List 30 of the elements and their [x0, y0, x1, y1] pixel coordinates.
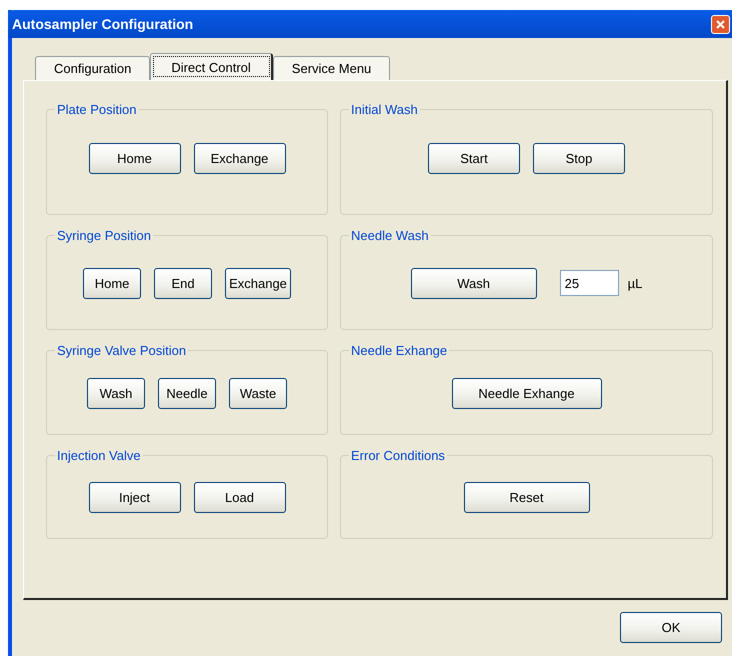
- group-title: Plate Position: [56, 102, 138, 117]
- action-button[interactable]: Exchange: [225, 268, 291, 298]
- unit-label: µL: [628, 276, 642, 290]
- group-title: Needle Exhange: [350, 343, 448, 358]
- action-button[interactable]: Load: [194, 482, 286, 513]
- action-button[interactable]: Start: [428, 143, 520, 174]
- action-button[interactable]: Exchange: [194, 143, 286, 174]
- action-button[interactable]: End: [154, 268, 212, 298]
- group-title: Error Conditions: [350, 448, 446, 463]
- group-title: Initial Wash: [350, 102, 419, 117]
- tab[interactable]: Direct Control: [150, 53, 273, 80]
- action-button[interactable]: Needle: [158, 378, 216, 408]
- tab[interactable]: Configuration: [35, 56, 150, 80]
- action-button[interactable]: Wash: [410, 268, 537, 298]
- group-title: Needle Wash: [350, 228, 430, 243]
- action-button[interactable]: Waste: [229, 378, 287, 408]
- action-button[interactable]: Stop: [533, 143, 625, 174]
- group-title: Injection Valve: [56, 448, 142, 463]
- group-title: Syringe Position: [56, 228, 152, 243]
- window-title: Autosampler Configuration: [12, 16, 194, 32]
- action-button[interactable]: Home: [83, 268, 142, 298]
- action-button[interactable]: Reset: [464, 482, 590, 513]
- group-title: Syringe Valve Position: [56, 343, 188, 358]
- action-button[interactable]: Needle Exhange: [452, 378, 602, 408]
- action-button[interactable]: Inject: [88, 482, 180, 513]
- volume-field[interactable]: 25: [560, 270, 619, 296]
- action-button[interactable]: Wash: [87, 378, 145, 408]
- action-button[interactable]: Home: [88, 143, 180, 174]
- tab[interactable]: Service Menu: [272, 56, 390, 80]
- ok-button[interactable]: OK: [620, 612, 722, 643]
